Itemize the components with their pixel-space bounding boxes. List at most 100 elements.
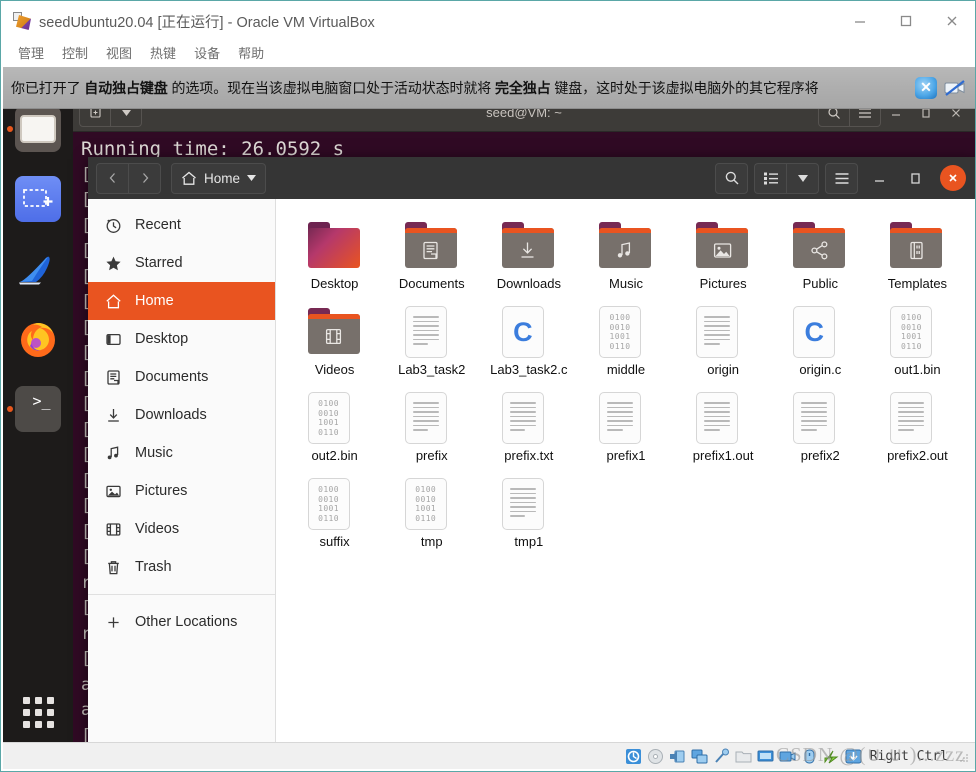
file-item[interactable]: Pictures xyxy=(675,211,772,291)
sidebar-item-label: Pictures xyxy=(135,483,187,499)
file-label: Downloads xyxy=(497,276,561,291)
file-item[interactable]: prefix1.out xyxy=(675,383,772,463)
sidebar-item-trash[interactable]: Trash xyxy=(88,548,275,586)
file-label: Pictures xyxy=(700,276,747,291)
window-title: seedUbuntu20.04 [正在运行] - Oracle VM Virtu… xyxy=(39,11,375,32)
sidebar-item-label: Other Locations xyxy=(135,614,237,630)
file-item[interactable]: prefix2.out xyxy=(869,383,966,463)
file-item[interactable]: Downloads xyxy=(480,211,577,291)
terminal-app-icon: >_ xyxy=(15,386,61,432)
search-button[interactable] xyxy=(715,163,748,194)
file-label: middle xyxy=(607,362,645,377)
file-item[interactable]: CLab3_task2.c xyxy=(480,297,577,377)
file-item[interactable]: Corigin.c xyxy=(772,297,869,377)
file-item[interactable]: prefix2 xyxy=(772,383,869,463)
sidebar-item-music[interactable]: Music xyxy=(88,434,275,472)
usb-icon[interactable] xyxy=(713,748,730,765)
sidebar-item-other-locations[interactable]: Other Locations xyxy=(88,603,275,641)
list-view-button[interactable] xyxy=(754,163,786,194)
files-content-area[interactable]: DesktopDocuments Downloads Music Pictures Pu… xyxy=(276,199,975,744)
close-button[interactable] xyxy=(929,1,975,41)
file-label: prefix1 xyxy=(606,448,645,463)
guest-additions-icon[interactable] xyxy=(845,748,862,765)
files-header-actions xyxy=(715,163,970,194)
notification-close-button[interactable]: ✕ xyxy=(915,77,937,99)
sidebar-item-recent[interactable]: Recent xyxy=(88,206,275,244)
app-menu-button[interactable] xyxy=(825,163,858,194)
star-icon xyxy=(104,254,122,272)
files-close-button[interactable] xyxy=(940,165,966,191)
file-label: suffix xyxy=(320,534,350,549)
audio-icon[interactable] xyxy=(669,748,686,765)
dock-item-terminal[interactable]: >_ xyxy=(3,374,73,444)
file-item[interactable]: Documents xyxy=(383,211,480,291)
file-item[interactable]: 0100001010010110suffix xyxy=(286,469,383,549)
file-item[interactable]: origin xyxy=(675,297,772,377)
harddisk-icon[interactable] xyxy=(625,748,642,765)
path-bar-home[interactable]: Home xyxy=(171,163,266,194)
file-item[interactable]: Public xyxy=(772,211,869,291)
search-icon xyxy=(724,170,740,186)
dock-item-firefox[interactable] xyxy=(3,304,73,374)
file-item[interactable]: Desktop xyxy=(286,211,383,291)
text-file-icon xyxy=(502,475,556,529)
file-item[interactable]: 0100001010010110tmp xyxy=(383,469,480,549)
show-applications-button[interactable] xyxy=(3,697,73,728)
forward-button[interactable] xyxy=(128,163,161,194)
virtualbox-statusbar: Right Ctrl xyxy=(3,742,975,769)
notification-bold-2: 完全独占 xyxy=(495,80,551,96)
folder-icon xyxy=(890,217,944,271)
file-item[interactable]: prefix1 xyxy=(577,383,674,463)
mouse-integration-icon[interactable] xyxy=(801,748,818,765)
video-disabled-icon[interactable] xyxy=(943,78,967,98)
sidebar-item-downloads[interactable]: Downloads xyxy=(88,396,275,434)
file-item[interactable]: 0100001010010110middle xyxy=(577,297,674,377)
sidebar-item-pictures[interactable]: Pictures xyxy=(88,472,275,510)
file-item[interactable]: 0100001010010110out1.bin xyxy=(869,297,966,377)
sidebar-item-videos[interactable]: Videos xyxy=(88,510,275,548)
optical-disk-icon[interactable] xyxy=(647,748,664,765)
text-file-icon xyxy=(405,303,459,357)
sidebar-item-documents[interactable]: Documents xyxy=(88,358,275,396)
file-item[interactable]: Lab3_task2 xyxy=(383,297,480,377)
menu-item-help[interactable]: 帮助 xyxy=(229,41,273,66)
back-button[interactable] xyxy=(96,163,128,194)
file-item[interactable]: tmp1 xyxy=(480,469,577,549)
file-label: Lab3_task2 xyxy=(398,362,465,377)
sidebar-item-home[interactable]: Home xyxy=(88,282,275,320)
sidebar-item-starred[interactable]: Starred xyxy=(88,244,275,282)
shared-folders-icon[interactable] xyxy=(735,748,752,765)
menu-item-hotkeys[interactable]: 热键 xyxy=(141,41,185,66)
file-item[interactable]: prefix.txt xyxy=(480,383,577,463)
dock-item-screenshot[interactable] xyxy=(3,164,73,234)
menu-item-manage[interactable]: 管理 xyxy=(9,41,53,66)
recording-icon[interactable] xyxy=(779,748,796,765)
maximize-button[interactable] xyxy=(883,1,929,41)
menu-item-control[interactable]: 控制 xyxy=(53,41,97,66)
file-item[interactable]: 0100001010010110out2.bin xyxy=(286,383,383,463)
file-item[interactable]: Videos xyxy=(286,297,383,377)
sidebar-item-desktop[interactable]: Desktop xyxy=(88,320,275,358)
files-maximize-button[interactable] xyxy=(900,163,930,193)
text-file-icon xyxy=(696,303,750,357)
files-minimize-button[interactable] xyxy=(864,163,894,193)
hamburger-icon xyxy=(834,172,850,185)
file-item[interactable]: Templates xyxy=(869,211,966,291)
resize-grip[interactable] xyxy=(958,751,969,762)
keyboard-capture-notification: 你已打开了 自动独占键盘 的选项。现在当该虚拟电脑窗口处于活动状态时就将 完全独… xyxy=(3,67,975,109)
text-file-icon xyxy=(793,389,847,443)
text-file-icon xyxy=(405,389,459,443)
network-adapter-icon[interactable] xyxy=(691,748,708,765)
file-item[interactable]: Music xyxy=(577,211,674,291)
minimize-button[interactable] xyxy=(837,1,883,41)
display-icon[interactable] xyxy=(757,748,774,765)
menu-item-devices[interactable]: 设备 xyxy=(185,41,229,66)
host-key-icon[interactable] xyxy=(823,748,840,765)
music-icon xyxy=(104,444,122,462)
view-options-dropdown[interactable] xyxy=(786,163,819,194)
dock-item-wireshark[interactable] xyxy=(3,234,73,304)
menu-item-view[interactable]: 视图 xyxy=(97,41,141,66)
file-item[interactable]: prefix xyxy=(383,383,480,463)
running-indicator xyxy=(7,406,13,412)
firefox-app-icon xyxy=(15,316,61,362)
